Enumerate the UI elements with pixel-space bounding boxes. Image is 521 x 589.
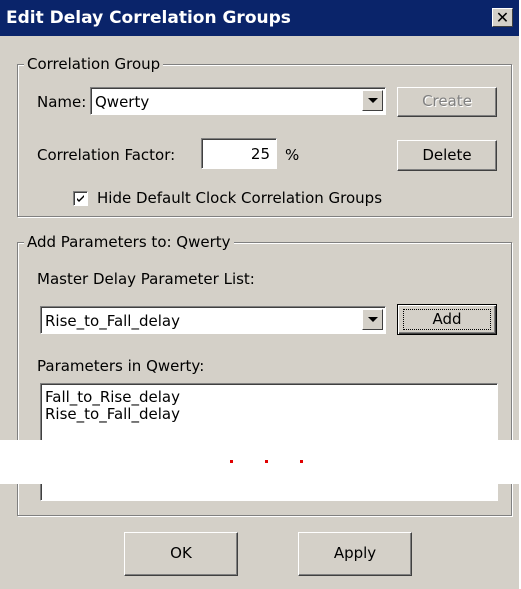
- name-value: Qwerty: [95, 93, 150, 111]
- list-item[interactable]: Rise_to_Fall_delay: [45, 406, 180, 423]
- occlusion-band: [0, 440, 521, 484]
- close-icon: ✕: [495, 8, 510, 27]
- focus-rectangle: [403, 309, 491, 330]
- correlation-group-legend: Correlation Group: [24, 55, 164, 73]
- apply-button-label: Apply: [333, 544, 377, 562]
- delete-button-label: Delete: [422, 146, 472, 164]
- correlation-factor-value: 25: [250, 145, 270, 163]
- master-parameter-value: Rise_to_Fall_delay: [45, 312, 180, 330]
- name-label: Name:: [37, 93, 87, 111]
- dialog-window: Edit Delay Correlation Groups ✕ Correlat…: [0, 0, 519, 589]
- hide-default-label[interactable]: Hide Default Clock Correlation Groups: [97, 189, 382, 207]
- correlation-factor-input[interactable]: 25: [201, 138, 277, 169]
- name-combobox[interactable]: Qwerty: [90, 87, 386, 115]
- percent-unit-label: %: [285, 146, 300, 164]
- window-title: Edit Delay Correlation Groups: [6, 8, 291, 28]
- close-button[interactable]: ✕: [492, 8, 513, 27]
- create-button[interactable]: Create: [397, 87, 497, 117]
- create-button-label: Create: [422, 92, 472, 110]
- add-parameters-legend: Add Parameters to: Qwerty: [24, 233, 234, 251]
- marker-dot: [230, 460, 233, 463]
- marker-dot: [300, 460, 303, 463]
- add-button[interactable]: Add: [397, 304, 497, 335]
- title-bar[interactable]: Edit Delay Correlation Groups ✕: [0, 0, 519, 36]
- chevron-down-icon[interactable]: [362, 309, 383, 330]
- marker-dot: [265, 460, 268, 463]
- ok-button[interactable]: OK: [124, 532, 238, 576]
- correlation-factor-label: Correlation Factor:: [37, 146, 176, 164]
- delete-button[interactable]: Delete: [397, 140, 497, 171]
- ok-button-label: OK: [170, 544, 192, 562]
- hide-default-checkbox[interactable]: [73, 191, 88, 206]
- params-in-group-label: Parameters in Qwerty:: [37, 357, 205, 375]
- apply-button[interactable]: Apply: [298, 532, 412, 576]
- list-item[interactable]: Fall_to_Rise_delay: [45, 389, 180, 406]
- master-parameter-combobox[interactable]: Rise_to_Fall_delay: [40, 306, 386, 334]
- master-list-label: Master Delay Parameter List:: [37, 270, 255, 288]
- chevron-down-icon[interactable]: [362, 90, 383, 111]
- checkmark-icon: [77, 195, 84, 202]
